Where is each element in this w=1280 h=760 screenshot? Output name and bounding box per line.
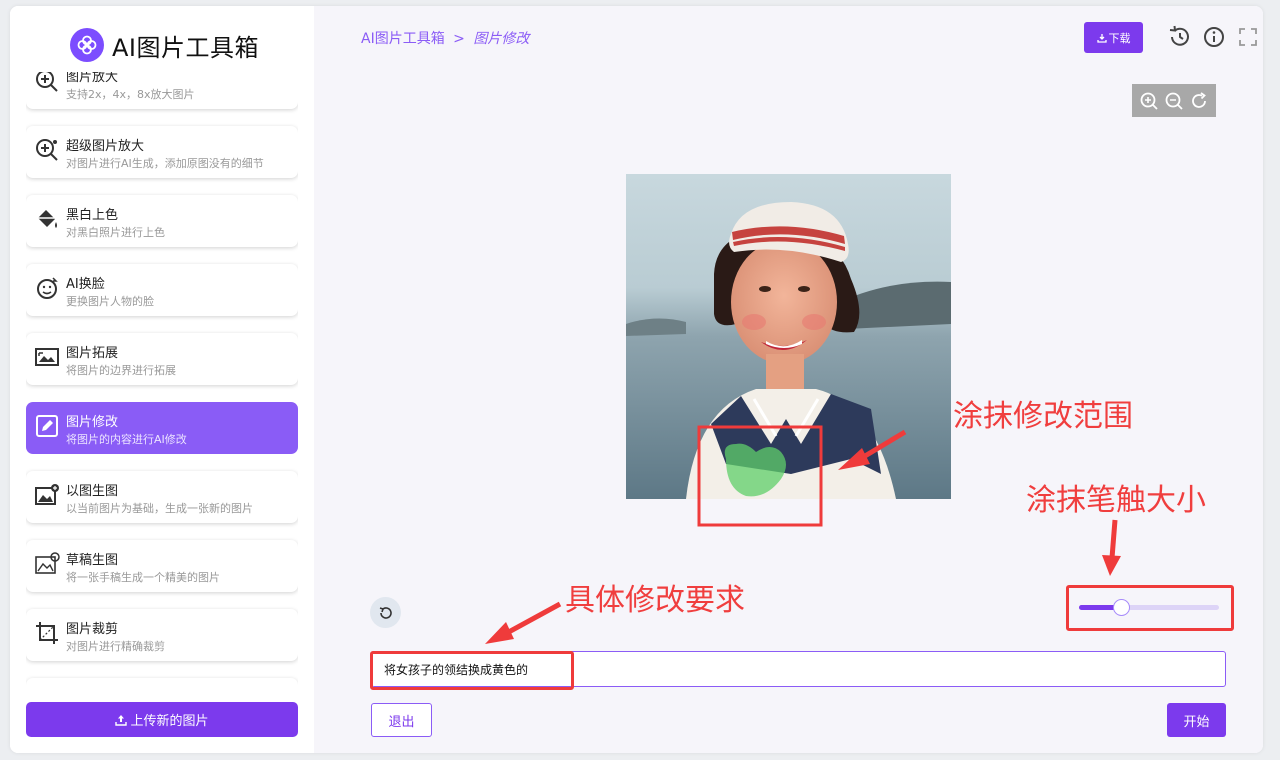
zoom-toolbar (1132, 84, 1216, 117)
sidebar-item-desc: 将图片的边界进行拓展 (66, 364, 176, 377)
start-label: 开始 (1183, 714, 1210, 730)
sidebar-item-title: 超级图片放大 (66, 139, 145, 154)
brush-size-thumb[interactable] (1112, 599, 1130, 616)
edit-prompt-input[interactable] (371, 651, 1226, 687)
start-button[interactable]: 开始 (1167, 703, 1226, 737)
main-panel: AI图片工具箱 > 图片修改 下载 将女孩子的领结换成黄色的 退出 开始 (314, 6, 1263, 753)
info-icon[interactable] (1202, 25, 1226, 49)
upload-icon (115, 714, 128, 726)
exit-label: 退出 (388, 714, 415, 730)
sketch-image-icon (35, 552, 60, 574)
breadcrumb-root[interactable]: AI图片工具箱 (361, 31, 445, 47)
sidebar-item-title: 黑白上色 (66, 208, 119, 223)
breadcrumb-separator: > (453, 31, 465, 47)
sidebar-item-title: 图片修改 (66, 415, 119, 430)
edit-icon (36, 415, 58, 437)
reset-zoom-icon[interactable] (1189, 91, 1209, 111)
paint-bucket-icon (38, 210, 57, 228)
sidebar-item-sketch[interactable]: 草稿生图 将一张手稿生成一个精美的图片 (26, 540, 298, 592)
sidebar-item-desc: 支持2x，4x，8x放大图片 (66, 88, 195, 101)
annotation-brush-size: 涂抹笔触大小 (1026, 483, 1206, 518)
app-logo: AI图片工具箱 (70, 28, 259, 62)
sidebar-item-title: 图片放大 (66, 72, 119, 85)
sidebar-item-title: AI换脸 (66, 277, 105, 292)
crop-icon (36, 622, 58, 644)
face-swap-icon (37, 277, 58, 299)
brush-size-highlight (1066, 585, 1234, 631)
sidebar-item-desc: 以当前图片为基础，生成一张新的图片 (66, 502, 253, 515)
sidebar-item-title: 草稿生图 (66, 553, 119, 568)
zoom-plus-icon (36, 139, 58, 161)
sidebar-item-title: 以图生图 (66, 484, 119, 499)
download-button[interactable]: 下载 (1084, 22, 1143, 53)
app-title: AI图片工具箱 (112, 33, 259, 62)
zoom-in-icon (36, 72, 58, 92)
undo-icon (379, 606, 392, 619)
sidebar-item-title: 图片拓展 (66, 346, 119, 361)
sidebar-item-edit[interactable]: 图片修改 将图片的内容进行AI修改 (26, 402, 298, 454)
breadcrumb-current: 图片修改 (473, 31, 530, 47)
sidebar-item-title: 图片裁剪 (66, 622, 119, 637)
zoom-in-icon[interactable] (1139, 91, 1159, 111)
zoom-out-icon[interactable] (1164, 91, 1184, 111)
upload-new-image-button[interactable]: 上传新的图片 (26, 702, 298, 737)
sidebar-item-expand[interactable]: 图片拓展 将图片的边界进行拓展 (26, 333, 298, 385)
sidebar-item-desc: 对黑白照片进行上色 (66, 226, 165, 239)
sidebar-item-face-swap[interactable]: AI换脸 更换图片人物的脸 (26, 264, 298, 316)
sidebar-item-upscale[interactable]: 图片放大 支持2x，4x，8x放大图片 (26, 72, 298, 109)
tool-menu[interactable]: 图片放大 支持2x，4x，8x放大图片 超级图片放大 对图片进行AI生成，添加原… (26, 72, 298, 686)
app-window: AI图片工具箱 图片放大 支持2x，4x，8x放大图片 超级图片放大 对图片进行… (10, 6, 1263, 753)
upload-label: 上传新的图片 (130, 714, 209, 729)
sidebar-item-colorize[interactable]: 黑白上色 对黑白照片进行上色 (26, 195, 298, 247)
sidebar-item-desc: 对图片进行精确裁剪 (66, 640, 165, 653)
sidebar-item-desc: 对图片进行AI生成，添加原图没有的细节 (66, 157, 264, 170)
annotation-mask-area: 涂抹修改范围 (953, 399, 1133, 434)
sidebar-item-desc: 更换图片人物的脸 (66, 295, 154, 308)
sidebar-item-super-upscale[interactable]: 超级图片放大 对图片进行AI生成，添加原图没有的细节 (26, 126, 298, 178)
sidebar-item-more[interactable] (26, 678, 298, 686)
sidebar: AI图片工具箱 图片放大 支持2x，4x，8x放大图片 超级图片放大 对图片进行… (10, 6, 314, 753)
brush-size-slider[interactable] (1079, 599, 1219, 616)
image-expand-icon (35, 348, 59, 366)
download-icon (1096, 33, 1107, 43)
logo-flower-icon (70, 28, 104, 62)
image-generate-icon (35, 484, 59, 505)
undo-button[interactable] (370, 597, 401, 628)
exit-button[interactable]: 退出 (371, 703, 432, 737)
fullscreen-icon[interactable] (1236, 25, 1260, 49)
breadcrumb: AI图片工具箱 > 图片修改 (361, 28, 529, 48)
sidebar-item-crop[interactable]: 图片裁剪 对图片进行精确裁剪 (26, 609, 298, 661)
sidebar-item-desc: 将一张手稿生成一个精美的图片 (66, 571, 220, 584)
history-icon[interactable] (1168, 25, 1192, 49)
sidebar-item-desc: 将图片的内容进行AI修改 (66, 433, 187, 446)
annotation-prompt: 具体修改要求 (565, 583, 745, 618)
edit-canvas-image[interactable] (626, 174, 951, 499)
sidebar-item-img2img[interactable]: 以图生图 以当前图片为基础，生成一张新的图片 (26, 471, 298, 523)
download-label: 下载 (1108, 31, 1131, 45)
